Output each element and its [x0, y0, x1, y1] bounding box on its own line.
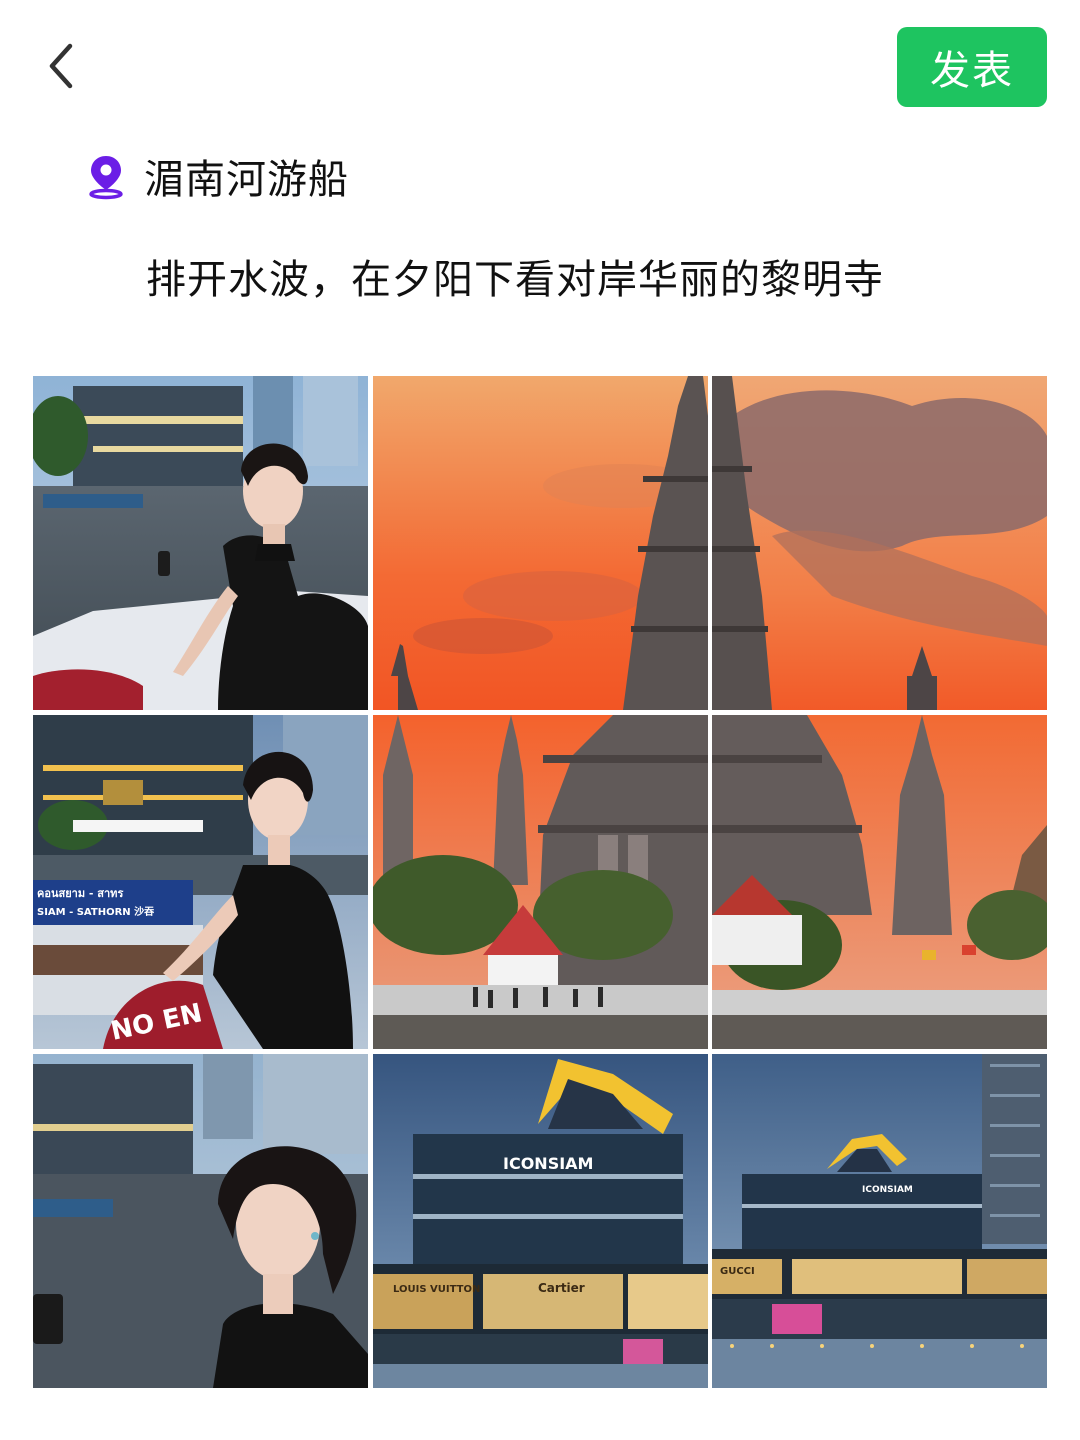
- iconsiam-sign-closeup: ICONSIAM: [503, 1154, 593, 1173]
- post-composer-screen: 发表 湄南河游船 排开水波，在夕阳下看对岸华丽的黎明寺 คอนสยาม - สา…: [0, 0, 1080, 1440]
- boat-sign-english: SIAM - SATHORN 沙吞: [37, 906, 154, 918]
- publish-button[interactable]: 发表: [897, 27, 1047, 107]
- wat-arun-sunset-left-icon: [372, 376, 708, 710]
- photo-thumbnail-3[interactable]: [712, 376, 1047, 710]
- boat-sign-thai: คอนสยาม - สาทร: [37, 887, 123, 900]
- post-caption[interactable]: 排开水波，在夕阳下看对岸华丽的黎明寺: [146, 250, 1026, 310]
- back-button[interactable]: [30, 34, 94, 98]
- photo-thumbnail-9[interactable]: ICONSIAM GUCCI: [712, 1054, 1047, 1388]
- location-pin-icon: [84, 152, 128, 200]
- wat-arun-temple-dusk-left-icon: [372, 715, 708, 1049]
- photo-thumbnail-7[interactable]: [33, 1054, 368, 1388]
- chevron-left-icon: [49, 43, 73, 89]
- woman-portrait-river-icon: [33, 1054, 368, 1388]
- location-tag[interactable]: 湄南河游船: [84, 148, 349, 204]
- louis-vuitton-sign: LOUIS VUITTON: [393, 1284, 480, 1295]
- iconsiam-mall-closeup-icon: ICONSIAM LOUIS VUITTON Cartier: [372, 1054, 708, 1388]
- woman-on-boat-river-icon: [33, 376, 368, 710]
- wat-arun-sunset-right-icon: [712, 376, 1047, 710]
- photo-grid: คอนสยาม - สาทร SIAM - SATHORN 沙吞 NO EN I…: [33, 376, 1047, 1389]
- iconsiam-mall-riverside-icon: ICONSIAM GUCCI: [712, 1054, 1047, 1388]
- woman-on-boat-pier-icon: คอนสยาม - สาทร SIAM - SATHORN 沙吞 NO EN: [33, 715, 368, 1049]
- cartier-sign: Cartier: [538, 1281, 585, 1295]
- photo-thumbnail-5[interactable]: [372, 715, 708, 1049]
- photo-thumbnail-8[interactable]: ICONSIAM LOUIS VUITTON Cartier: [372, 1054, 708, 1388]
- photo-thumbnail-1[interactable]: [33, 376, 368, 710]
- gucci-sign: GUCCI: [720, 1266, 755, 1277]
- iconsiam-sign-riverside: ICONSIAM: [862, 1185, 913, 1195]
- photo-thumbnail-2[interactable]: [372, 376, 708, 710]
- location-name: 湄南河游船: [144, 157, 349, 203]
- photo-thumbnail-6[interactable]: [712, 715, 1047, 1049]
- photo-thumbnail-4[interactable]: คอนสยาม - สาทร SIAM - SATHORN 沙吞 NO EN: [33, 715, 368, 1049]
- wat-arun-temple-dusk-right-icon: [712, 715, 1047, 1049]
